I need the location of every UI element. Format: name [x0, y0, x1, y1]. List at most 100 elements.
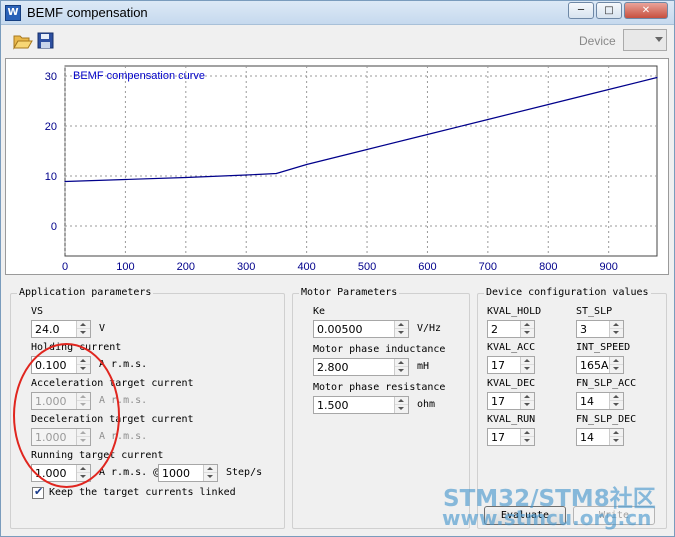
running-speed-value: 1000 — [162, 467, 190, 480]
kval-hold-value: 2 — [491, 323, 498, 336]
vs-value: 24.0 — [35, 323, 60, 336]
vs-unit: V — [99, 323, 106, 334]
kval-run-label: KVAL_RUN — [487, 414, 536, 425]
x-tick-label: 900 — [599, 261, 617, 273]
inductance-up-arrow[interactable] — [395, 359, 408, 367]
bemf-curve-point — [275, 172, 278, 175]
minimize-button[interactable]: ─ — [568, 2, 594, 19]
fn-slp-acc-up-arrow[interactable] — [610, 393, 623, 401]
speed-down-arrow[interactable] — [204, 473, 217, 481]
kval-hold-spinner[interactable]: 2 — [487, 320, 535, 338]
device-select[interactable] — [623, 29, 667, 51]
fn-slp-acc-spinner[interactable]: 14 — [576, 392, 624, 410]
kval-acc-down-arrow[interactable] — [521, 365, 534, 373]
inductance-value: 2.800 — [317, 361, 349, 374]
plot-area — [64, 65, 658, 257]
group-title: Device configuration values — [484, 287, 651, 298]
floppy-disk-icon[interactable] — [37, 32, 57, 50]
x-tick-label: 500 — [358, 261, 376, 273]
resistance-label: Motor phase resistance — [313, 382, 446, 393]
resistance-unit: ohm — [417, 399, 436, 410]
watermark-url: www.stmcu.org.cn — [442, 506, 652, 530]
ke-down-arrow[interactable] — [395, 329, 408, 337]
kval-hold-down-arrow[interactable] — [521, 329, 534, 337]
fn-slp-acc-value: 14 — [580, 395, 594, 408]
vs-up-arrow[interactable] — [77, 321, 90, 329]
kval-hold-up-arrow[interactable] — [521, 321, 534, 329]
y-tick-label: 10 — [45, 171, 57, 183]
st-slp-down-arrow[interactable] — [610, 329, 623, 337]
bemf-chart: 0 100 200 300 400 500 600 700 800 900 0 10 20 30 BEMF … — [5, 58, 669, 275]
resistance-spinner[interactable]: 1.500 — [313, 396, 409, 414]
speed-up-arrow[interactable] — [204, 465, 217, 473]
kval-acc-label: KVAL_ACC — [487, 342, 536, 353]
st-slp-spinner[interactable]: 3 — [576, 320, 624, 338]
st-slp-label: ST_SLP — [576, 306, 613, 317]
x-tick-label: 400 — [297, 261, 315, 273]
red-annotation-ellipse — [13, 343, 120, 488]
running-speed-unit: Step/s — [226, 467, 263, 478]
check-mark-icon: ✔ — [34, 485, 44, 498]
bemf-curve-point — [487, 118, 489, 121]
ke-value: 0.00500 — [317, 323, 363, 336]
kval-acc-spinner[interactable]: 17 — [487, 356, 535, 374]
vs-spinner[interactable]: 24.0 — [31, 320, 91, 338]
st-slp-up-arrow[interactable] — [610, 321, 623, 329]
window-title: BEMF compensation — [27, 5, 148, 20]
resistance-up-arrow[interactable] — [395, 397, 408, 405]
fn-slp-dec-down-arrow[interactable] — [610, 437, 623, 445]
int-speed-up-arrow[interactable] — [610, 357, 623, 365]
y-tick-label: 20 — [45, 121, 57, 133]
kval-dec-spinner[interactable]: 17 — [487, 392, 535, 410]
folder-open-icon[interactable] — [13, 32, 33, 50]
ke-unit: V/Hz — [417, 323, 442, 334]
bemf-curve-point — [306, 163, 308, 166]
inductance-unit: mH — [417, 361, 430, 372]
kval-dec-value: 17 — [491, 395, 505, 408]
bemf-curve-point — [426, 133, 429, 136]
kval-dec-down-arrow[interactable] — [521, 401, 534, 409]
x-tick-label: 800 — [539, 261, 557, 273]
st-slp-value: 3 — [580, 323, 587, 336]
running-current-unit: A r.m.s. @ — [99, 467, 160, 478]
kval-acc-up-arrow[interactable] — [521, 357, 534, 365]
kval-run-up-arrow[interactable] — [521, 429, 534, 437]
keep-linked-label[interactable]: Keep the target currents linked — [49, 487, 236, 498]
kval-acc-value: 17 — [491, 359, 505, 372]
fn-slp-dec-up-arrow[interactable] — [610, 429, 623, 437]
x-tick-label: 100 — [116, 261, 134, 273]
bemf-curve-point — [124, 178, 127, 181]
running-speed-spinner[interactable]: 1000 — [158, 464, 218, 482]
ke-up-arrow[interactable] — [395, 321, 408, 329]
chevron-down-icon — [655, 37, 663, 42]
x-tick-label: 0 — [62, 261, 68, 273]
resistance-value: 1.500 — [317, 399, 349, 412]
resistance-down-arrow[interactable] — [395, 405, 408, 413]
x-tick-label: 700 — [479, 261, 497, 273]
maximize-button[interactable]: □ — [596, 2, 622, 19]
inductance-down-arrow[interactable] — [395, 367, 408, 375]
kval-run-spinner[interactable]: 17 — [487, 428, 535, 446]
fn-slp-acc-down-arrow[interactable] — [610, 401, 623, 409]
vs-down-arrow[interactable] — [77, 329, 90, 337]
int-speed-down-arrow[interactable] — [610, 365, 623, 373]
ke-spinner[interactable]: 0.00500 — [313, 320, 409, 338]
fn-slp-dec-value: 14 — [580, 431, 594, 444]
kval-run-value: 17 — [491, 431, 505, 444]
close-button[interactable]: ✕ — [624, 2, 668, 19]
fn-slp-dec-spinner[interactable]: 14 — [576, 428, 624, 446]
int-speed-value: 165A — [580, 359, 609, 372]
keep-linked-checkbox[interactable]: ✔ — [32, 485, 44, 499]
kval-dec-up-arrow[interactable] — [521, 393, 534, 401]
int-speed-spinner[interactable]: 165A — [576, 356, 624, 374]
fn-slp-acc-label: FN_SLP_ACC — [576, 378, 637, 389]
bemf-curve-point — [245, 174, 247, 176]
y-tick-label: 0 — [51, 221, 57, 233]
inductance-label: Motor phase inductance — [313, 344, 446, 355]
x-tick-label: 200 — [177, 261, 195, 273]
fn-slp-dec-label: FN_SLP_DEC — [576, 414, 637, 425]
group-title: Motor Parameters — [299, 287, 400, 298]
inductance-spinner[interactable]: 2.800 — [313, 358, 409, 376]
group-title: Application parameters — [17, 287, 154, 298]
kval-run-down-arrow[interactable] — [521, 437, 534, 445]
